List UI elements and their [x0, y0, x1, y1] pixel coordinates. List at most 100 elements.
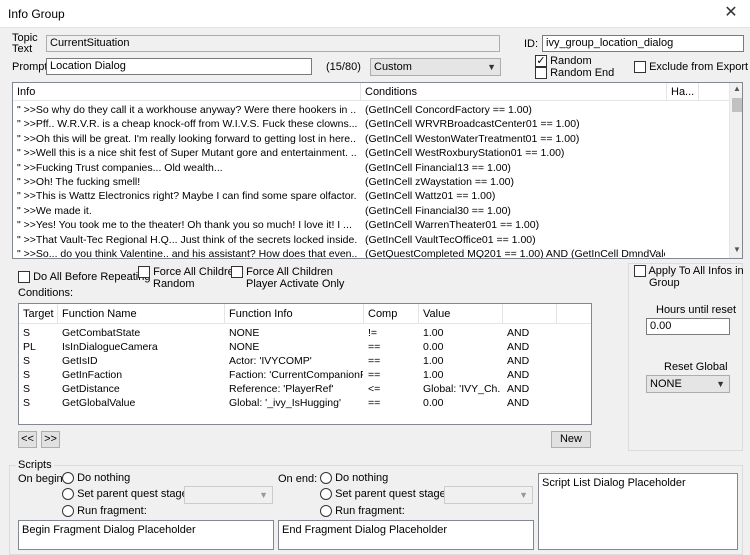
condition-function-name[interactable]: GetInFaction [62, 368, 222, 382]
condition-comp[interactable]: <= [368, 382, 420, 396]
info-row-conditions[interactable]: (GetInCell Financial30 == 1.00) [365, 204, 665, 218]
begin-fragment-placeholder[interactable]: Begin Fragment Dialog Placeholder [18, 520, 274, 550]
condition-value[interactable]: 1.00 [423, 354, 501, 368]
info-row-text[interactable]: " >>Well this is a nice shit fest of Sup… [17, 146, 357, 160]
end-set-stage-radio[interactable]: Set parent quest stage: [320, 488, 449, 501]
andor-column-header[interactable] [503, 304, 557, 324]
end-run-fragment-radio[interactable]: Run fragment: [320, 505, 405, 518]
condition-andor[interactable]: AND [507, 368, 557, 382]
info-row-conditions[interactable]: (GetInCell Wattz01 == 1.00) [365, 189, 665, 203]
condition-target[interactable]: S [23, 354, 56, 368]
condition-function-info[interactable]: Global: '_ivy_IsHugging' [229, 396, 363, 410]
info-row-text[interactable]: " >>Yes! You took me to the theater! Oh … [17, 218, 357, 232]
condition-comp[interactable]: == [368, 368, 420, 382]
info-row-text[interactable]: " >>So why do they call it a workhouse a… [17, 103, 357, 117]
topic-text-field[interactable]: CurrentSituation [46, 35, 500, 52]
condition-value[interactable]: 1.00 [423, 368, 501, 382]
condition-target[interactable]: S [23, 396, 56, 410]
condition-andor[interactable]: AND [507, 396, 557, 410]
condition-andor[interactable]: AND [507, 354, 557, 368]
previous-button[interactable]: << [18, 431, 37, 448]
conditions-table[interactable]: Target Function Name Function Info Comp … [18, 303, 592, 425]
condition-function-info[interactable]: Faction: 'CurrentCompanionF... [229, 368, 363, 382]
condition-andor[interactable]: AND [507, 382, 557, 396]
prompt-mode-dropdown[interactable]: Custom ▼ [370, 58, 501, 76]
condition-comp[interactable]: == [368, 354, 420, 368]
scroll-up-icon[interactable]: ▲ [733, 84, 741, 93]
force-children-random-checkbox[interactable]: Force All Children Random [138, 266, 240, 290]
info-row-conditions[interactable]: (GetInCell WestRoxburyStation01 == 1.00) [365, 146, 665, 160]
next-button[interactable]: >> [41, 431, 60, 448]
id-field[interactable]: ivy_group_location_dialog [542, 35, 744, 52]
condition-value[interactable]: 0.00 [423, 396, 501, 410]
begin-do-nothing-radio[interactable]: Do nothing [62, 472, 130, 485]
condition-value[interactable]: 0.00 [423, 340, 501, 354]
condition-value[interactable]: Global: 'IVY_Ch... [423, 382, 501, 396]
target-column-header[interactable]: Target [19, 304, 58, 324]
force-children-player-checkbox[interactable]: Force All Children Player Activate Only [231, 266, 344, 290]
info-row-text[interactable]: " >>This is Wattz Electronics right? May… [17, 189, 357, 203]
end-fragment-placeholder[interactable]: End Fragment Dialog Placeholder [278, 520, 534, 550]
conditions-column-header[interactable]: Conditions [361, 83, 667, 101]
function-name-column-header[interactable]: Function Name [58, 304, 225, 324]
condition-function-name[interactable]: GetGlobalValue [62, 396, 222, 410]
random-checkbox[interactable]: Random [535, 55, 592, 68]
begin-run-fragment-radio[interactable]: Run fragment: [62, 505, 147, 518]
close-icon[interactable]: ✕ [716, 3, 746, 25]
info-row-text[interactable]: " >>So... do you think Valentine.. and h… [17, 247, 357, 258]
info-list[interactable]: Info Conditions Ha... " >>So why do they… [12, 82, 743, 259]
do-all-before-repeating-checkbox[interactable]: Do All Before Repeating [18, 271, 150, 284]
condition-function-name[interactable]: GetDistance [62, 382, 222, 396]
prompt-field[interactable]: Location Dialog [46, 58, 312, 75]
apply-all-infos-checkbox[interactable]: Apply To All Infos in Group [634, 265, 744, 289]
info-row-text[interactable]: " >>Pff.. W.R.V.R. is a cheap knock-off … [17, 117, 357, 131]
condition-function-name[interactable]: GetIsID [62, 354, 222, 368]
function-info-column-header[interactable]: Function Info [225, 304, 364, 324]
scroll-down-icon[interactable]: ▼ [733, 245, 741, 254]
script-list-placeholder[interactable]: Script List Dialog Placeholder [538, 473, 738, 550]
condition-function-name[interactable]: GetCombatState [62, 326, 222, 340]
scroll-thumb[interactable] [732, 98, 742, 112]
condition-function-info[interactable]: NONE [229, 326, 363, 340]
condition-comp[interactable]: != [368, 326, 420, 340]
info-row-conditions[interactable]: (GetInCell zWaystation == 1.00) [365, 175, 665, 189]
condition-function-info[interactable]: NONE [229, 340, 363, 354]
begin-stage-dropdown[interactable]: ▼ [184, 486, 273, 504]
condition-target[interactable]: S [23, 382, 56, 396]
condition-comp[interactable]: == [368, 396, 420, 410]
condition-function-info[interactable]: Reference: 'PlayerRef' [229, 382, 363, 396]
condition-andor[interactable]: AND [507, 326, 557, 340]
random-end-checkbox[interactable]: Random End [535, 67, 614, 80]
info-row-conditions[interactable]: (GetInCell Financial13 == 1.00) [365, 161, 665, 175]
new-condition-button[interactable]: New [551, 431, 591, 448]
info-list-scrollbar[interactable]: ▲ ▼ [729, 83, 742, 258]
condition-function-info[interactable]: Actor: 'IVYCOMP' [229, 354, 363, 368]
info-row-conditions[interactable]: (GetInCell WarrenTheater01 == 1.00) [365, 218, 665, 232]
hours-until-reset-field[interactable]: 0.00 [646, 318, 730, 335]
begin-set-stage-radio[interactable]: Set parent quest stage: [62, 488, 191, 501]
ha-column-header[interactable]: Ha... [667, 83, 699, 101]
info-row-text[interactable]: " >>Oh this will be great. I'm really lo… [17, 132, 357, 146]
condition-comp[interactable]: == [368, 340, 420, 354]
condition-target[interactable]: S [23, 326, 56, 340]
info-row-conditions[interactable]: (GetInCell ConcordFactory == 1.00) [365, 103, 665, 117]
info-row-text[interactable]: " >>We made it. [17, 204, 357, 218]
condition-andor[interactable]: AND [507, 340, 557, 354]
condition-target[interactable]: PL [23, 340, 56, 354]
end-do-nothing-radio[interactable]: Do nothing [320, 472, 388, 485]
condition-value[interactable]: 1.00 [423, 326, 501, 340]
condition-target[interactable]: S [23, 368, 56, 382]
info-row-conditions[interactable]: (GetQuestCompleted MQ201 == 1.00) AND (G… [365, 247, 665, 258]
condition-function-name[interactable]: IsInDialogueCamera [62, 340, 222, 354]
exclude-export-checkbox[interactable]: Exclude from Export [634, 61, 748, 74]
info-row-conditions[interactable]: (GetInCell WRVRBroadcastCenter01 == 1.00… [365, 117, 665, 131]
info-column-header[interactable]: Info [13, 83, 361, 101]
end-stage-dropdown[interactable]: ▼ [444, 486, 533, 504]
comp-column-header[interactable]: Comp [364, 304, 419, 324]
info-row-text[interactable]: " >>Oh! The fucking smell! [17, 175, 357, 189]
info-row-conditions[interactable]: (GetInCell VaultTecOffice01 == 1.00) [365, 233, 665, 247]
reset-global-dropdown[interactable]: NONE ▼ [646, 375, 730, 393]
info-row-text[interactable]: " >>That Vault-Tec Regional H.Q... Just … [17, 233, 357, 247]
info-row-conditions[interactable]: (GetInCell WestonWaterTreatment01 == 1.0… [365, 132, 665, 146]
value-column-header[interactable]: Value [419, 304, 503, 324]
